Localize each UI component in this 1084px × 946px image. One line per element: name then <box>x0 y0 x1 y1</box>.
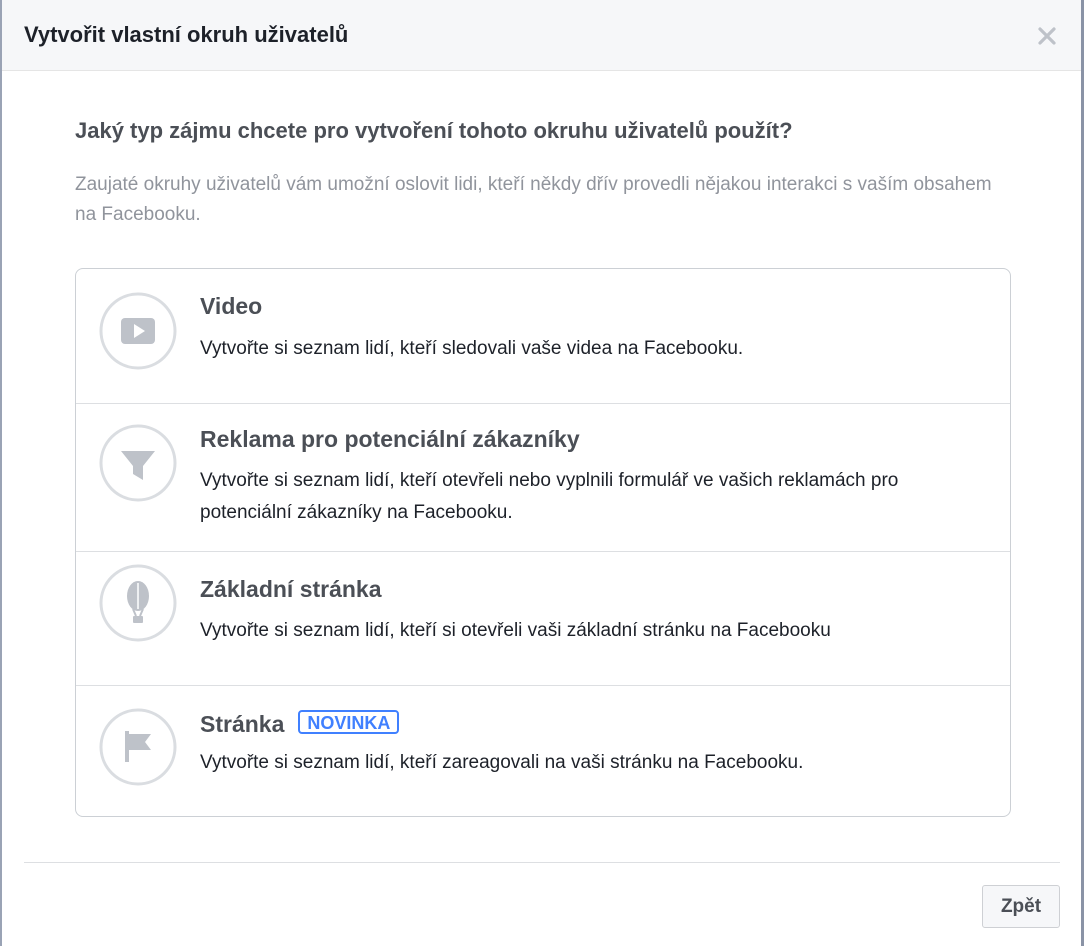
option-description: Vytvořte si seznam lidí, kteří zareagova… <box>200 752 804 773</box>
funnel-icon <box>99 424 177 502</box>
option-description: Vytvořte si seznam lidí, kteří otevřeli … <box>200 470 899 523</box>
option-title: Základní stránka <box>200 576 382 602</box>
footer-divider <box>24 862 1060 863</box>
option-title: Video <box>200 293 263 319</box>
new-badge: NOVINKA <box>298 710 400 734</box>
create-custom-audience-dialog: Vytvořit vlastní okruh uživatelů Jaký ty… <box>2 0 1081 946</box>
option-title-row: Stránka NOVINKA <box>200 710 400 738</box>
page-icon-wrapper <box>99 686 177 786</box>
option-canvas[interactable]: Základní stránka Vytvořte si seznam lidí… <box>76 551 1010 685</box>
flag-icon <box>99 708 177 786</box>
lead-ads-icon-wrapper <box>99 404 177 502</box>
dialog-header: Vytvořit vlastní okruh uživatelů <box>2 0 1081 71</box>
back-button[interactable]: Zpět <box>982 885 1060 928</box>
video-play-icon <box>99 292 177 370</box>
audience-type-question: Jaký typ zájmu chcete pro vytvoření toho… <box>75 118 793 143</box>
engagement-options-list: Video Vytvořte si seznam lidí, kteří sle… <box>75 268 1011 817</box>
option-description: Vytvořte si seznam lidí, kteří sledovali… <box>200 338 744 359</box>
audience-type-description: Zaujaté okruhy uživatelů vám umožní oslo… <box>75 174 992 225</box>
option-video[interactable]: Video Vytvořte si seznam lidí, kteří sle… <box>76 269 1010 403</box>
close-icon <box>1038 27 1056 45</box>
canvas-icon-wrapper <box>99 552 177 642</box>
option-title: Stránka <box>200 711 285 737</box>
balloon-icon <box>99 564 177 642</box>
close-button[interactable] <box>1035 24 1059 48</box>
option-lead-ads[interactable]: Reklama pro potenciální zákazníky Vytvoř… <box>76 403 1010 551</box>
option-page[interactable]: Stránka NOVINKA Vytvořte si seznam lidí, … <box>76 685 1010 816</box>
option-title: Reklama pro potenciální zákazníky <box>200 426 580 452</box>
dialog-title: Vytvořit vlastní okruh uživatelů <box>24 22 349 47</box>
video-icon-wrapper <box>99 269 177 370</box>
option-description: Vytvořte si seznam lidí, kteří si otevře… <box>200 620 831 641</box>
